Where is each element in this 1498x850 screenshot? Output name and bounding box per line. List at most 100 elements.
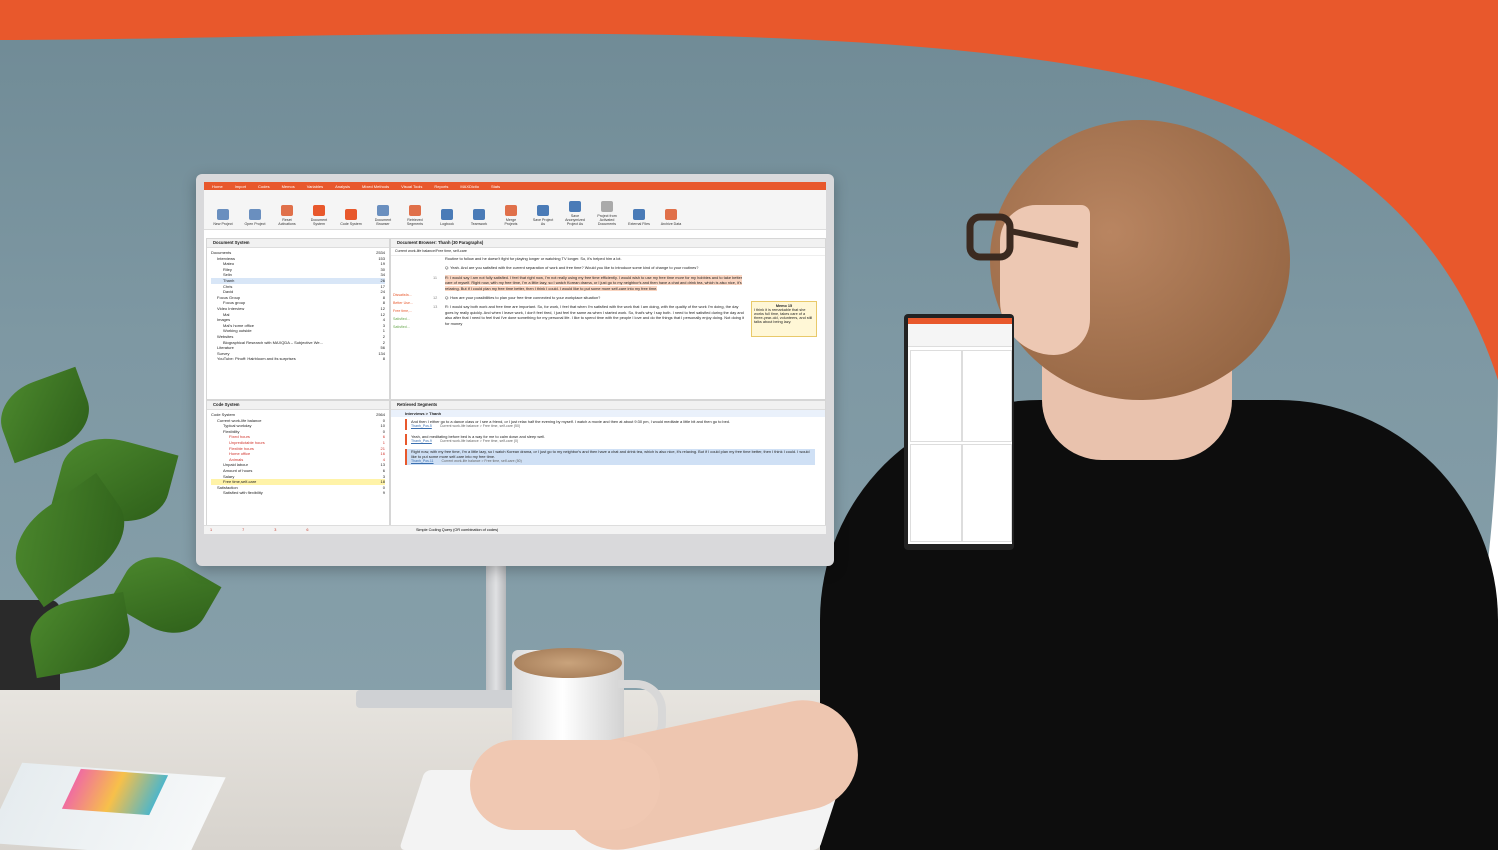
code-row[interactable]: Satisfied with flexibility 9 xyxy=(211,490,385,496)
segment[interactable]: And then I either go to a dance class or… xyxy=(405,419,815,430)
toolbar: New Project Open Project Reset Activations… xyxy=(204,190,826,230)
segment[interactable]: Right now, with my free time, I'm a litt… xyxy=(405,448,815,465)
status-count: 6 xyxy=(306,528,309,532)
paragraph-text[interactable]: R: I would say both work and free time a… xyxy=(445,304,744,325)
tab-mixed-methods[interactable]: Mixed Methods xyxy=(362,184,389,189)
document-label: Chris xyxy=(223,283,233,289)
document-label: Documents xyxy=(211,250,232,255)
tab-home[interactable]: Home xyxy=(212,184,223,189)
toolbar-button[interactable]: Save Anonymized Project As xyxy=(564,201,586,226)
code-label: Current work-life balance xyxy=(217,417,262,423)
margin-code[interactable]: Dissatisfa... xyxy=(393,291,433,299)
paragraph-text[interactable]: Q: How are your possibilities to plan yo… xyxy=(445,295,600,300)
tab-analysis[interactable]: Analysis xyxy=(335,184,350,189)
segment-text: Right now, with my free time, I'm a litt… xyxy=(411,448,810,460)
tab-codes[interactable]: Codes xyxy=(258,184,270,189)
code-system-title: Code System xyxy=(207,401,389,410)
document-system-title: Document System xyxy=(207,239,389,248)
toolbar-icon xyxy=(281,205,293,216)
toolbar-button[interactable]: Teamwork xyxy=(468,209,490,226)
code-label: Satisfaction xyxy=(217,484,238,490)
toolbar-label: Save Project As xyxy=(532,218,554,226)
toolbar-button[interactable]: Document Browser xyxy=(372,205,394,226)
toolbar-icon xyxy=(665,209,677,220)
segment-code: Current work-life balance > Free time, s… xyxy=(441,459,522,464)
toolbar-icon xyxy=(249,209,261,220)
tab-maxdictio[interactable]: MAXDictio xyxy=(460,184,479,189)
document-label: Mateo xyxy=(223,261,235,267)
toolbar-icon xyxy=(473,209,485,220)
toolbar-button[interactable]: External Files xyxy=(628,209,650,226)
document-browser-pane: Document Browser: Thanh (30 Paragraphs) … xyxy=(390,238,826,400)
margin-code[interactable]: Better Use... xyxy=(393,299,433,307)
toolbar-icon xyxy=(633,209,645,220)
paragraph-number: 13 xyxy=(433,304,438,310)
segment[interactable]: Yeah, and meditating before bed is a way… xyxy=(405,433,815,445)
monitor-stand xyxy=(486,566,506,696)
toolbar-label: Code System xyxy=(340,222,362,226)
tab-import[interactable]: Import xyxy=(235,184,246,189)
toolbar-button[interactable]: Reset Activations xyxy=(276,205,298,226)
book-cover-art xyxy=(61,768,169,816)
toolbar-icon xyxy=(217,209,229,220)
toolbar-button[interactable]: Project from Activated Documents xyxy=(596,201,618,226)
segment-source[interactable]: Thanh_Pos.9 xyxy=(411,439,432,443)
code-label: Unpredictable hours xyxy=(229,439,265,445)
tab-memos[interactable]: Memos xyxy=(282,184,295,189)
paragraph-number: 11 xyxy=(433,274,438,280)
toolbar-button[interactable]: Save Project As xyxy=(532,205,554,226)
margin-code[interactable]: Satisfied... xyxy=(393,323,433,331)
segment-source[interactable]: Thanh_Pos.11 xyxy=(411,459,434,463)
glasses-icon xyxy=(966,213,1079,261)
toolbar-button[interactable]: New Project xyxy=(212,209,234,226)
coffee xyxy=(514,648,622,678)
toolbar-label: Teamwork xyxy=(470,222,488,226)
status-query: Simple Coding Query (OR combination of c… xyxy=(416,528,499,532)
toolbar-label: New Project xyxy=(213,222,233,226)
document-row[interactable]: YouTube: Pinoff: Hairbloom and its surpr… xyxy=(211,356,385,362)
margin-code[interactable]: Satisfied... xyxy=(393,315,433,323)
toolbar-label: Open Project xyxy=(244,222,266,226)
segment-source[interactable]: Thanh_Pos.5 xyxy=(411,424,432,428)
code-filter[interactable]: Current work-life balance\Free time, sel… xyxy=(391,248,825,256)
toolbar-label: Logbook xyxy=(440,222,454,226)
toolbar-label: Save Anonymized Project As xyxy=(565,214,585,226)
photo-scene: Home Import Codes Memos Variables Analysis Mix… xyxy=(0,0,1498,850)
document-label: Riley xyxy=(223,266,232,272)
paragraph: 11 R: I would say I am not fully satisfie… xyxy=(433,274,745,291)
tab-variables[interactable]: Variables xyxy=(307,184,323,189)
toolbar-button[interactable]: Code System xyxy=(340,209,362,226)
toolbar-label: External Files xyxy=(628,222,650,226)
document-label: Images xyxy=(217,317,231,323)
code-label: Flexible hours xyxy=(229,445,254,451)
toolbar-button[interactable]: Merge Projects xyxy=(500,205,522,226)
toolbar-button[interactable]: Retrieved Segments xyxy=(404,205,426,226)
paragraph-text[interactable]: Q: Yeah. And are you satisfied with the … xyxy=(445,265,698,270)
toolbar-label: Project from Activated Documents xyxy=(597,214,617,226)
toolbar-icon xyxy=(569,201,581,212)
paragraph-text[interactable]: Routine to follow and he doesn't fight f… xyxy=(445,256,622,261)
document-label: Thanh xyxy=(223,277,235,283)
status-bar: 1 7 3 6 Simple Coding Query (OR combination… xyxy=(204,525,826,534)
document-label: Interviews xyxy=(217,255,236,261)
toolbar-button[interactable]: Archive Data xyxy=(660,209,682,226)
paragraph: 12 Q: How are your possibilities to plan … xyxy=(433,295,745,300)
tab-stats[interactable]: Stats xyxy=(491,184,500,189)
status-count: 3 xyxy=(274,528,277,532)
toolbar-button[interactable]: Logbook xyxy=(436,209,458,226)
memo-box[interactable]: Memo 15 I think it is remarkable that sh… xyxy=(751,301,817,337)
toolbar-button[interactable]: Document System xyxy=(308,205,330,226)
toolbar-button[interactable]: Open Project xyxy=(244,209,266,226)
code-count: 9 xyxy=(382,490,385,496)
toolbar-icon xyxy=(441,209,453,220)
paragraph: Routine to follow and he doesn't fight f… xyxy=(445,256,745,261)
tab-visual-tools[interactable]: Visual Tools xyxy=(401,184,422,189)
tab-reports[interactable]: Reports xyxy=(434,184,448,189)
ribbon-tabs: Home Import Codes Memos Variables Analysis Mix… xyxy=(204,182,826,190)
paragraph-text[interactable]: R: I would say I am not fully satisfied.… xyxy=(445,274,743,291)
margin-code[interactable]: Free time,... xyxy=(393,307,433,315)
segment-meta: Thanh_Pos.11 Current work-life balance > … xyxy=(411,459,815,464)
code-label: Unpaid labour xyxy=(223,462,248,468)
document-label: Mal's home office xyxy=(223,322,254,328)
code-label: Code System xyxy=(211,412,236,417)
